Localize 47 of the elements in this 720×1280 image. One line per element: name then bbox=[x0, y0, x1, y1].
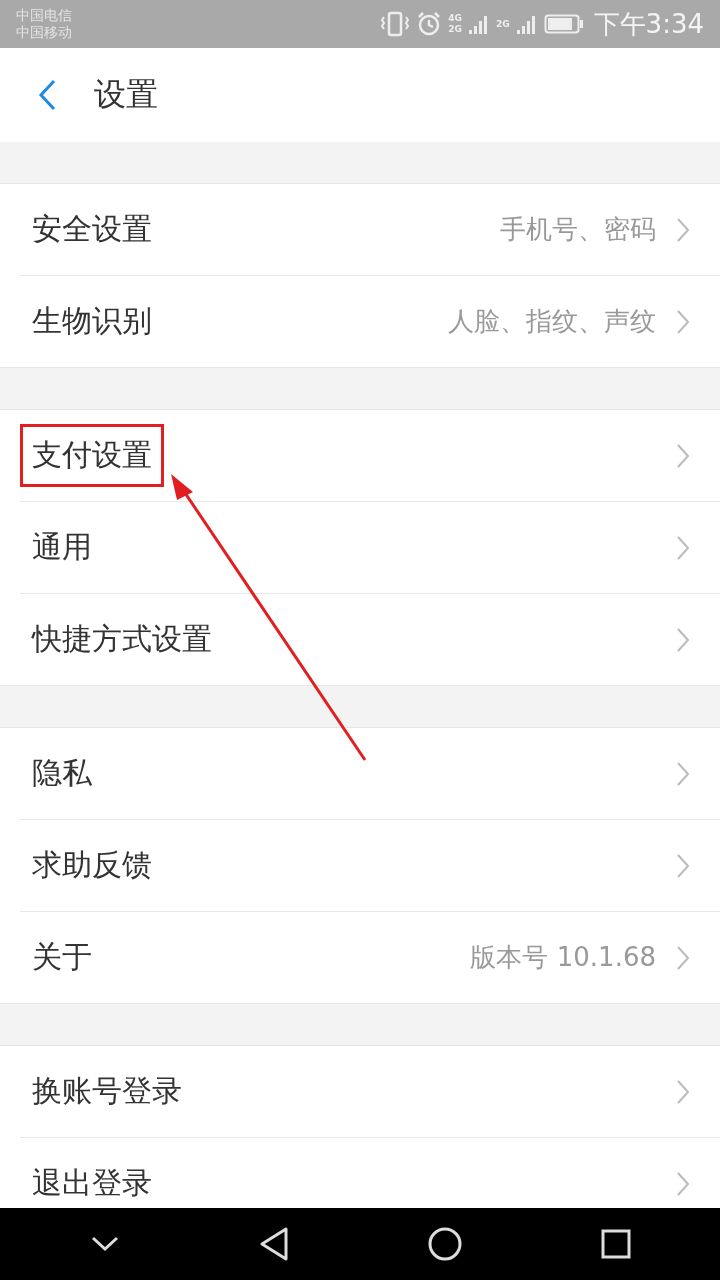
settings-item[interactable]: 生物识别 人脸、指纹、声纹 bbox=[20, 276, 720, 367]
chevron-right-icon bbox=[676, 852, 690, 879]
settings-item[interactable]: 安全设置 手机号、密码 bbox=[20, 184, 720, 276]
chevron-right-icon bbox=[676, 944, 690, 971]
item-label: 通用 bbox=[31, 528, 93, 566]
network-label: 4G bbox=[448, 13, 462, 24]
network-label: 2G bbox=[495, 19, 510, 29]
settings-item[interactable]: 隐私 bbox=[20, 728, 720, 820]
signal-icon bbox=[515, 13, 538, 35]
item-value: 人脸、指纹、声纹 bbox=[448, 305, 656, 338]
chevron-right-icon bbox=[676, 626, 690, 653]
carrier-name: 中国电信 bbox=[16, 7, 72, 24]
chevron-right-icon bbox=[676, 534, 690, 561]
home-icon[interactable] bbox=[427, 1227, 462, 1261]
back-icon[interactable] bbox=[258, 1227, 289, 1261]
chevron-right-icon bbox=[676, 216, 690, 243]
vibrate-icon bbox=[380, 11, 411, 37]
status-time: 下午3:34 bbox=[593, 7, 704, 41]
item-label: 生物识别 bbox=[31, 302, 153, 340]
item-label: 换账号登录 bbox=[31, 1072, 183, 1110]
settings-item[interactable]: 求助反馈 bbox=[20, 820, 720, 912]
settings-item[interactable]: 通用 bbox=[20, 502, 720, 594]
item-value: 版本号 10.1.68 bbox=[470, 941, 656, 974]
carrier-name: 中国移动 bbox=[16, 24, 72, 41]
battery-icon bbox=[543, 13, 584, 35]
item-label: 支付设置 bbox=[20, 424, 164, 487]
item-label: 安全设置 bbox=[31, 210, 153, 248]
item-label: 关于 bbox=[31, 938, 93, 976]
recent-apps-icon[interactable] bbox=[600, 1229, 631, 1259]
chevron-right-icon bbox=[676, 1078, 690, 1105]
item-label: 退出登录 bbox=[31, 1164, 153, 1202]
item-value: 手机号、密码 bbox=[500, 213, 656, 246]
chevron-down-icon[interactable] bbox=[89, 1235, 120, 1253]
settings-item[interactable]: 快捷方式设置 bbox=[20, 594, 720, 685]
chevron-right-icon bbox=[676, 1170, 690, 1197]
chevron-right-icon bbox=[676, 760, 690, 787]
network-label: 2G bbox=[448, 24, 462, 35]
settings-item[interactable]: 关于 版本号 10.1.68 bbox=[20, 912, 720, 1003]
item-label: 隐私 bbox=[31, 754, 93, 792]
item-label: 求助反馈 bbox=[31, 846, 153, 884]
chevron-right-icon bbox=[676, 308, 690, 335]
page-title: 设置 bbox=[94, 74, 158, 115]
signal-icon bbox=[467, 13, 490, 35]
chevron-right-icon bbox=[676, 442, 690, 469]
item-label: 快捷方式设置 bbox=[30, 620, 213, 658]
settings-item[interactable]: 退出登录 bbox=[20, 1138, 720, 1208]
settings-item[interactable]: 换账号登录 bbox=[20, 1046, 720, 1138]
